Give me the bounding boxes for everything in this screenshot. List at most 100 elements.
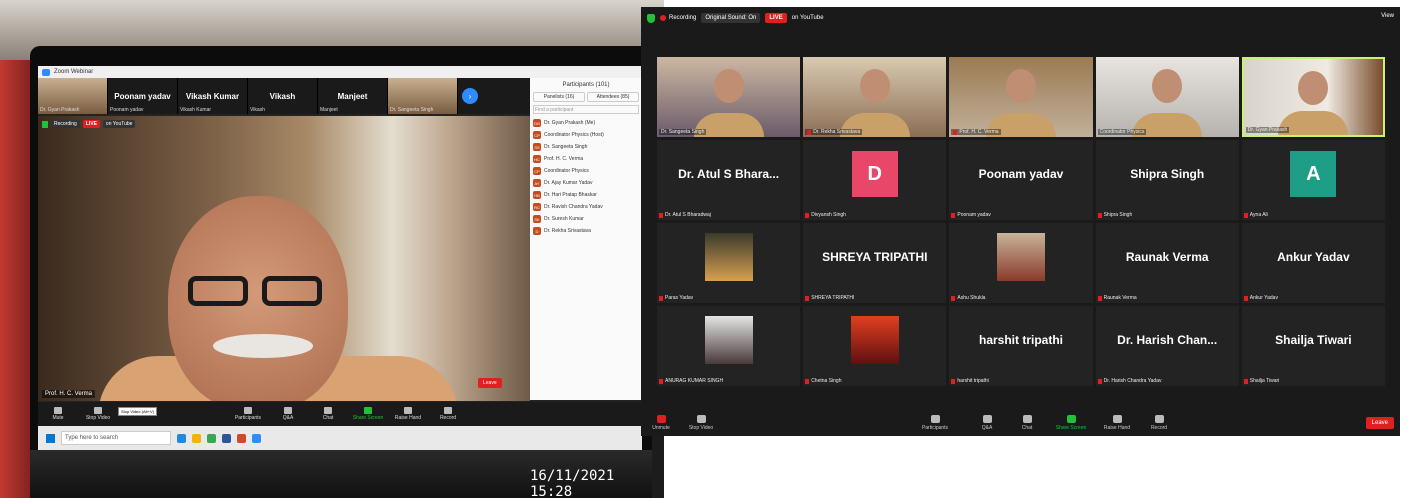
meeting-controls-bar: Unmute Stop Video Participants Q&A Chat … [641,409,1400,436]
participant-name-label: Dr. Sangeeta Singh [659,129,707,135]
chat-button[interactable]: Chat [308,407,348,421]
participant-tile[interactable]: Shipra Singh Shipra Singh [1095,140,1239,220]
participant-tile[interactable]: Dr. Harish Chan... Dr. Harish Chandra Yad… [1095,306,1239,386]
window-titlebar: Zoom Webinar [38,66,642,78]
next-page-icon[interactable]: › [462,88,478,104]
participant-tile[interactable]: A Ayna Ali [1241,140,1385,220]
people-icon [930,414,940,423]
participant-tile[interactable]: Ashu Shukla [949,223,1093,303]
view-button[interactable]: View [1381,13,1394,19]
thumbnail-strip: Dr. Gyan Prakash Poonam yadav Poonam yadav… [38,78,530,114]
participant-tile[interactable]: Coordinator Physics [1095,57,1239,137]
participant-tile[interactable]: Paras Yadav [657,223,801,303]
record-button[interactable]: Record [1139,414,1179,431]
record-button[interactable]: Record [428,407,468,421]
profile-picture-wrapper [657,306,800,374]
participants-panel: Participants (101) Panelists (16) Attend… [530,78,642,400]
zoom-taskbar-icon[interactable] [252,433,261,443]
participant-tile[interactable]: harshit tripathi harshit tripathi [949,306,1093,386]
participant-row[interactable]: SK Dr. Suresh Kumar [530,213,642,225]
thumbnail-name: Manjeet [337,91,368,101]
unmute-button[interactable]: Unmute [641,414,681,431]
original-sound-toggle[interactable]: Original Sound: On [701,13,761,23]
qa-button[interactable]: Q&A [268,407,308,421]
thumbnail-tile[interactable]: Poonam yadav Poonam yadav [108,78,178,114]
participant-tile[interactable]: Chetna Singh [803,306,947,386]
participant-avatar: CP [533,167,541,175]
mute-button[interactable]: Mute [38,407,78,421]
on-youtube-dropdown[interactable]: on YouTube [792,15,824,21]
windows-start-icon[interactable] [46,433,55,443]
participant-row[interactable]: HC Prof. H. C. Verma [530,153,642,165]
background-cushion [0,60,34,498]
participant-name-text: Shipra Singh [1103,212,1133,218]
live-badge[interactable]: LIVE [82,120,100,128]
share-screen-button[interactable]: Share Screen [348,407,388,421]
participant-row[interactable]: CP Coordinator Physics (Host) [530,129,642,141]
participant-tile[interactable]: Raunak Verma Raunak Verma [1095,223,1239,303]
tab-panelists[interactable]: Panelists (16) [533,92,585,102]
participant-row[interactable]: AY Dr. Ajay Kumar Yadav [530,177,642,189]
thumbnail-tile[interactable]: Vikash Kumar Vikash Kumar [178,78,248,114]
participant-tile[interactable]: D Divyansh Singh [803,140,947,220]
sunset-photo [704,233,753,281]
thumbnail-tile[interactable]: Dr. Gyan Prakash [38,78,108,114]
participant-tile[interactable]: Dr. Gyan Prakash [1241,57,1385,137]
participant-tile[interactable]: Dr. Rekha Srivastava [803,57,947,137]
participant-name: Dr. Sangeeta Singh [544,144,588,150]
participant-tile[interactable]: Prof. H. C. Verma [949,57,1093,137]
shield-icon[interactable] [42,120,48,128]
participant-name: Dr. Ajay Kumar Yadav [544,180,593,186]
participant-name-text: Dr. Rekha Srivastava [813,129,861,135]
thumbnail-tile[interactable]: Dr. Sangeeta Singh [388,78,458,114]
participant-avatar: HC [533,155,541,163]
participant-tile[interactable]: Shailja Tiwari Shailja Tiwari [1241,306,1385,386]
active-speaker-video[interactable]: Recording LIVE on YouTube Leave Prof. H.… [38,116,530,401]
participant-tile[interactable]: Ankur Yadav Ankur Yadav [1241,223,1385,303]
participant-row[interactable]: SS Dr. Sangeeta Singh [530,141,642,153]
edge-icon[interactable] [177,433,186,443]
chat-button[interactable]: Chat [1007,414,1047,431]
taskbar-search-input[interactable]: Type here to search [61,431,171,445]
participant-tile[interactable]: Poonam yadav Poonam yadav [949,140,1093,220]
folder-icon[interactable] [192,433,201,443]
stop-video-button[interactable]: Stop Video [78,407,118,421]
participant-name-label: Dr. Harish Chandra Yadav [1097,378,1162,384]
word-icon[interactable] [222,433,231,443]
participant-name-label: Shipra Singh [1097,212,1133,218]
shield-icon[interactable] [647,13,655,23]
participant-search-input[interactable]: Find a participant [533,105,639,114]
participant-tile[interactable]: Dr. Sangeeta Singh [657,57,801,137]
thumbnail-tile[interactable]: Manjeet Manjeet [318,78,388,114]
leave-button[interactable]: Leave [478,378,502,388]
meeting-status-bar: Recording LIVE on YouTube [42,120,136,128]
red-sky-photo [850,316,899,364]
recording-indicator[interactable]: Recording [51,120,80,128]
live-badge[interactable]: LIVE [765,13,787,23]
thumbnail-label: Dr. Sangeeta Singh [390,107,434,113]
chrome-icon[interactable] [207,433,216,443]
participants-button[interactable]: Participants [915,414,955,431]
on-youtube-dropdown[interactable]: on YouTube [102,120,136,128]
qa-button[interactable]: Q&A [967,414,1007,431]
thumbnail-tile[interactable]: Vikash Vikash [248,78,318,114]
speaker-glasses [188,276,328,308]
record-icon [1154,414,1164,423]
stop-video-button[interactable]: Stop Video [681,414,721,431]
leave-button[interactable]: Leave [1365,417,1394,429]
participant-row[interactable]: D Dr. Rekha Srivastava [530,225,642,237]
tab-attendees[interactable]: Attendees (85) [587,92,639,102]
share-screen-button[interactable]: Share Screen [1051,414,1091,431]
recording-indicator[interactable]: Recording [660,15,696,21]
participant-row[interactable]: RC Dr. Ravish Chandra Yadav [530,201,642,213]
participant-row[interactable]: DG Dr. Gyan Prakash (Me) [530,117,642,129]
participant-row[interactable]: CP Coordinator Physics [530,165,642,177]
participants-button[interactable]: Participants [228,407,268,421]
participant-row[interactable]: HB Dr. Hari Pratap Bhaskar [530,189,642,201]
participant-tile[interactable]: Dr. Atul S Bhara... Dr. Atul S Bharadwaj [657,140,801,220]
powerpoint-icon[interactable] [237,433,246,443]
participant-tile[interactable]: ANURAG KUMAR SINGH [657,306,801,386]
raise-hand-button[interactable]: Raise Hand [388,407,428,421]
raise-hand-button[interactable]: Raise Hand [1097,414,1137,431]
participant-tile[interactable]: SHREYA TRIPATHI SHREYA TRIPATHI [803,223,947,303]
